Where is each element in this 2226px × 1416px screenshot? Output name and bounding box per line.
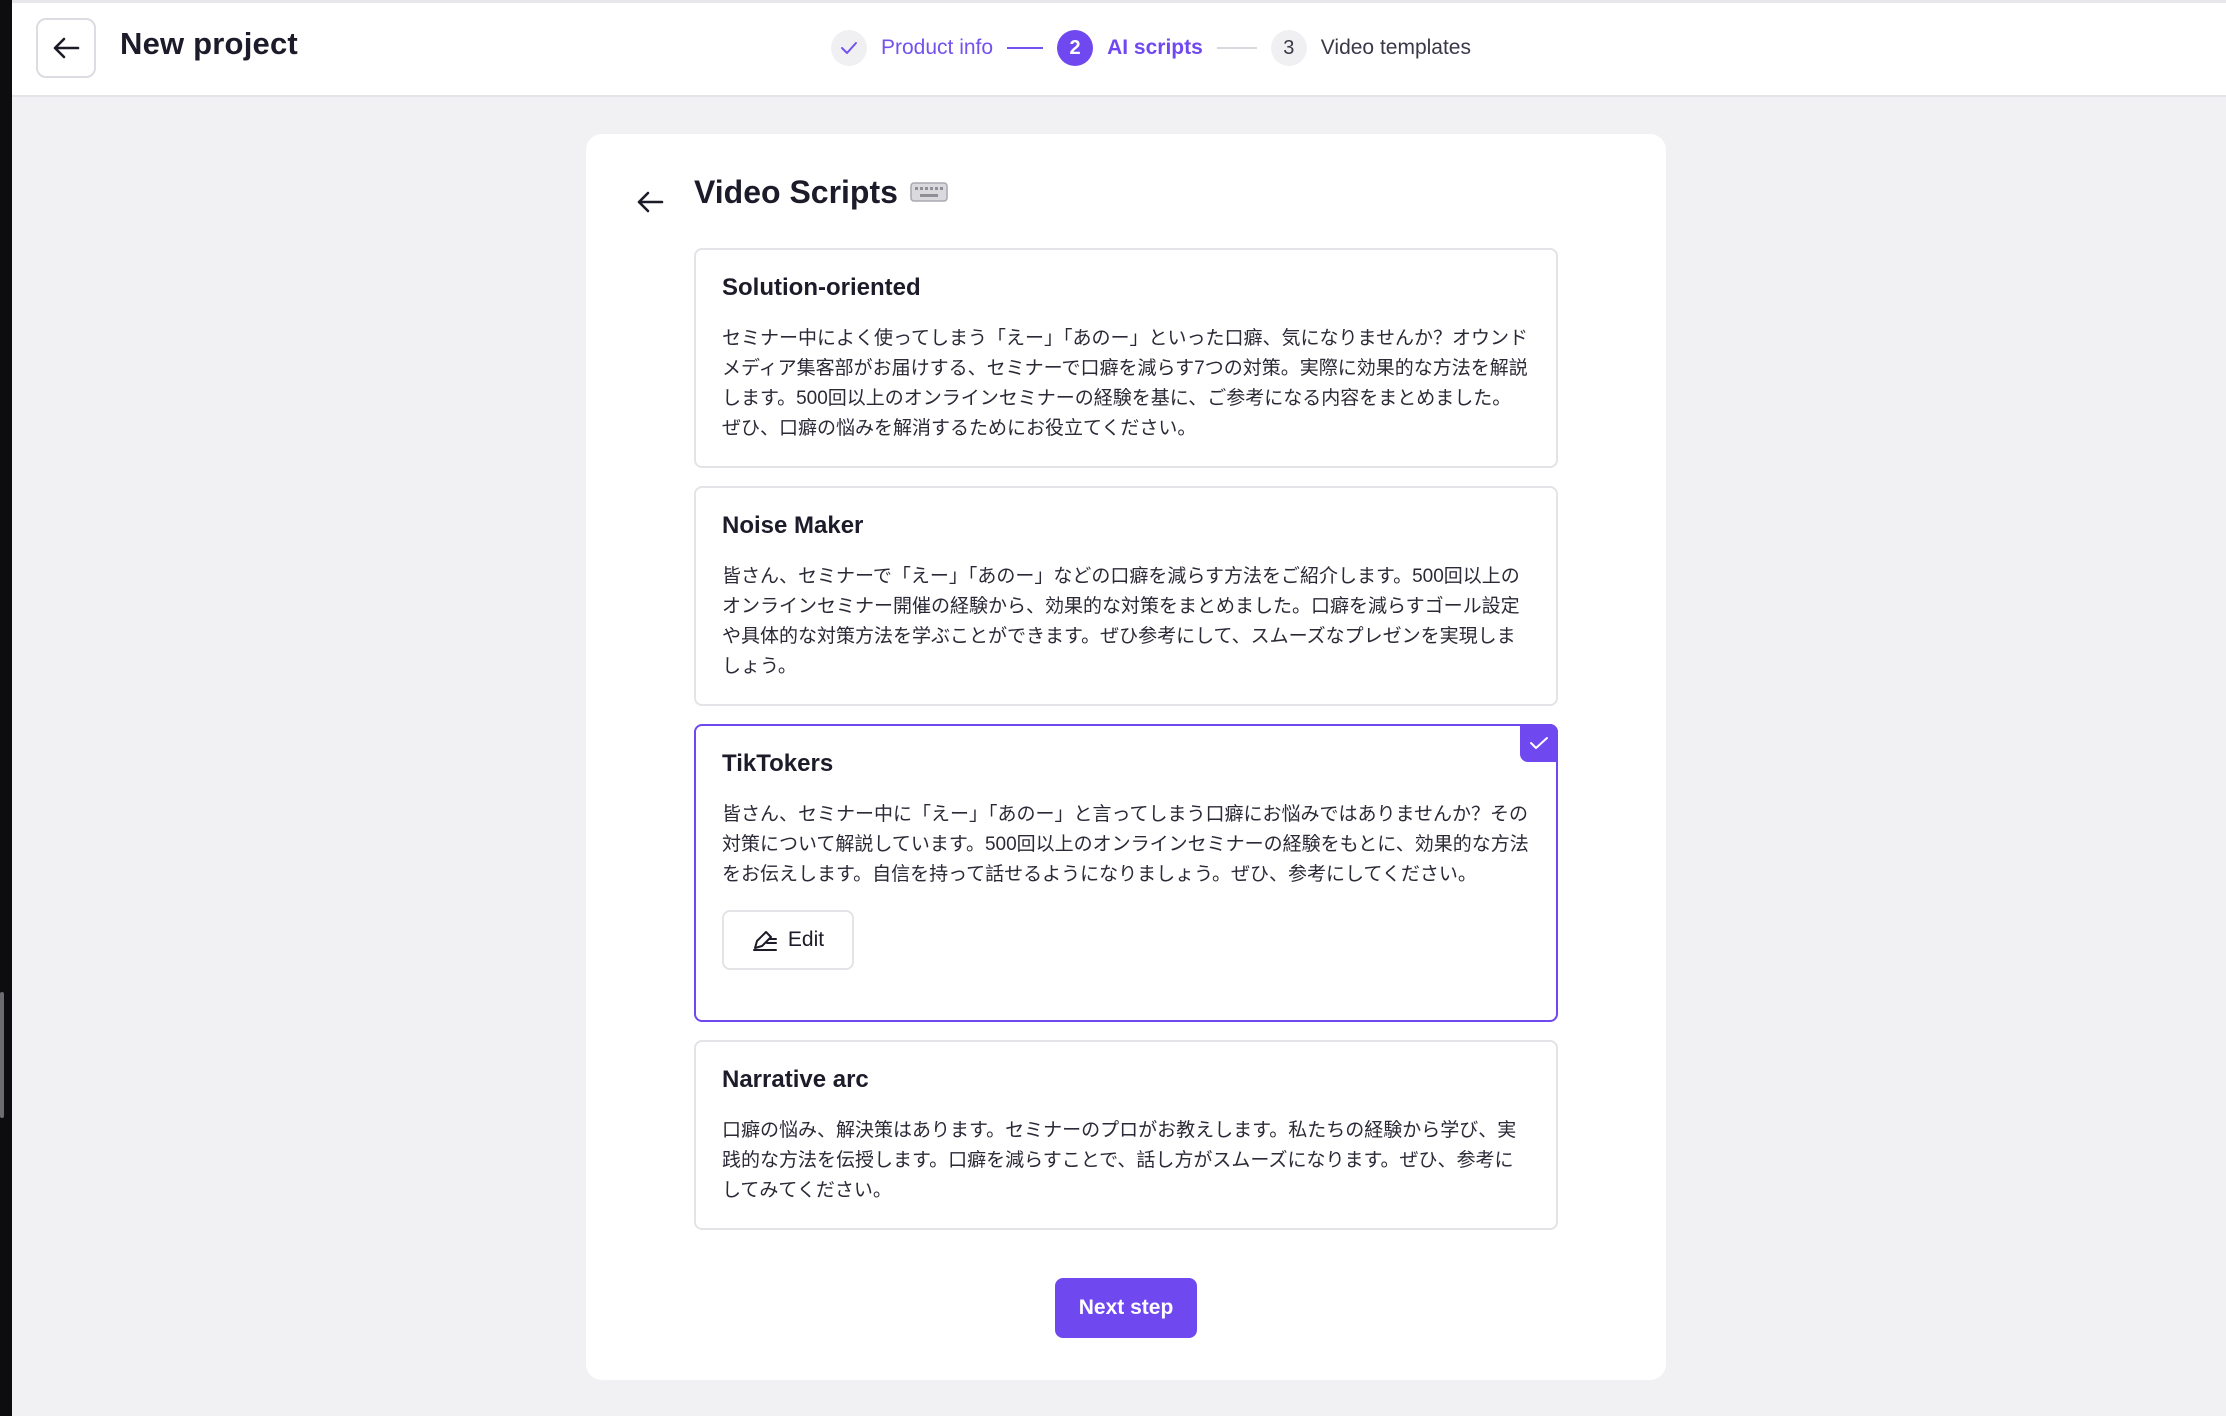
edit-pen-icon (752, 931, 777, 951)
resize-handle[interactable] (0, 992, 4, 1118)
script-text: 口癖の悩み、解決策はあります。セミナーのプロがお教えします。私たちの経験から学び… (722, 1120, 1517, 1201)
step-video-templates[interactable]: 3 Video templates (1270, 30, 1471, 66)
script-card-noise-maker[interactable]: Noise Maker 皆さん、セミナーで「えー」「あのー」などの口癖を減らす方… (694, 486, 1558, 706)
step-product-info[interactable]: Product info (831, 30, 993, 66)
script-title: TikTokers (722, 750, 834, 777)
edit-button-label: Edit (787, 928, 825, 951)
step-connector (1007, 47, 1044, 49)
script-card-tiktokers[interactable]: TikTokers 皆さん、セミナー中に「えー」「あのー」と言ってしまう口癖にお… (694, 724, 1558, 1022)
script-card-solution-oriented[interactable]: Solution-oriented セミナー中によく使ってしまう「えー」「あのー… (694, 248, 1558, 468)
script-card-narrative-arc[interactable]: Narrative arc 口癖の悩み、解決策はあります。セミナーのプロがお教え… (694, 1040, 1558, 1230)
selected-check-badge (1520, 724, 1558, 762)
scripts-panel: Video Scripts Solution-oriented セミナー中によく… (586, 134, 1666, 1380)
step-connector (1216, 47, 1257, 49)
script-title: Narrative arc (722, 1066, 869, 1093)
page-title: New project (120, 26, 298, 61)
script-title: Noise Maker (722, 512, 864, 539)
top-edge-divider (12, 0, 2226, 3)
step-label-video-templates: Video templates (1320, 36, 1471, 59)
script-text: 皆さん、セミナー中に「えー」「あのー」と言ってしまう口癖にお悩みではありませんか… (722, 804, 1529, 885)
step-complete-badge (831, 30, 867, 66)
progress-stepper: Product info 2 AI scripts 3 Video templa… (831, 28, 1471, 68)
left-window-edge (0, 0, 12, 1416)
next-step-button[interactable]: Next step (1055, 1278, 1197, 1338)
panel-title: Video Scripts (694, 174, 948, 211)
check-icon (841, 42, 857, 54)
arrow-left-icon (53, 37, 80, 59)
keyboard-icon (910, 174, 948, 211)
script-text: 皆さん、セミナーで「えー」「あのー」などの口癖を減らす方法をご紹介します。500… (722, 566, 1520, 677)
step-number-badge: 3 (1270, 30, 1307, 66)
edit-script-button[interactable]: Edit (722, 910, 854, 970)
arrow-left-icon (637, 191, 664, 213)
check-icon (1530, 737, 1548, 749)
step-number-badge: 2 (1057, 30, 1094, 66)
script-text: セミナー中によく使ってしまう「えー」「あのー」といった口癖、気になりませんか？オ… (722, 328, 1528, 439)
step-label-ai-scripts: AI scripts (1107, 36, 1203, 59)
panel-title-text: Video Scripts (694, 174, 898, 210)
back-button[interactable] (36, 18, 96, 78)
top-bar: New project Product info 2 AI scripts 3 … (12, 0, 2226, 97)
panel-back-button[interactable] (630, 182, 670, 222)
step-ai-scripts[interactable]: 2 AI scripts (1057, 30, 1203, 66)
step-label-product-info: Product info (881, 36, 994, 59)
script-title: Solution-oriented (722, 274, 921, 301)
